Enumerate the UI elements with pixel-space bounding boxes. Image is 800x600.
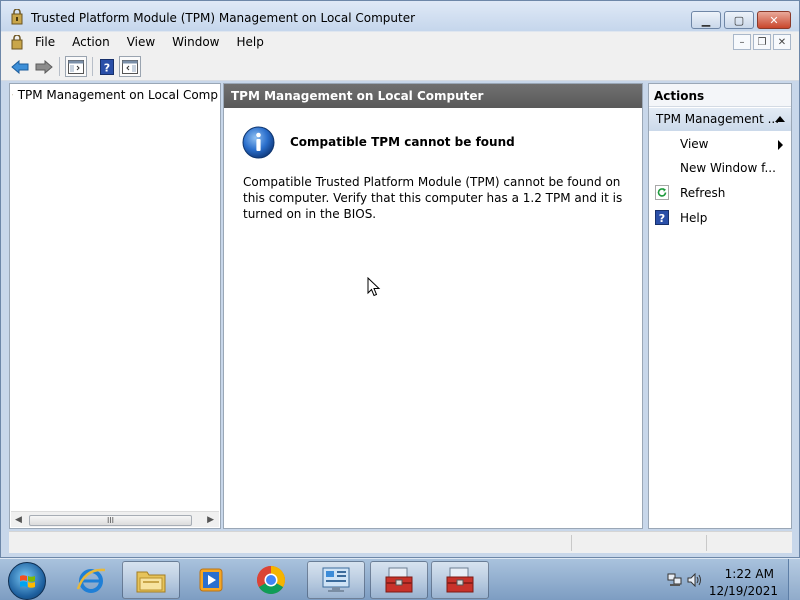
show-hide-action-pane-button[interactable] <box>119 56 141 77</box>
scroll-right-icon[interactable]: ▶ <box>207 515 214 525</box>
mdi-restore-button[interactable]: ❐ <box>753 34 771 50</box>
console-tree: TPM Management on Local Comp ◀ III ▶ <box>9 83 221 529</box>
action-help-label: Help <box>680 211 708 225</box>
taskbar-file-explorer[interactable] <box>122 561 180 599</box>
forward-button[interactable] <box>33 56 55 77</box>
mouse-pointer-icon <box>367 277 381 297</box>
actions-group-label: TPM Management ... <box>656 112 780 126</box>
svg-text:?: ? <box>104 61 110 74</box>
status-divider <box>571 535 572 551</box>
help-icon: ? <box>100 58 114 75</box>
action-new-window[interactable]: New Window f... <box>649 156 791 180</box>
forward-arrow-icon <box>35 59 53 74</box>
message-title: Compatible TPM cannot be found <box>290 135 515 149</box>
menu-window[interactable]: Window <box>172 35 219 49</box>
taskbar-media-player[interactable] <box>182 561 240 599</box>
toolbar-separator <box>92 57 93 76</box>
menu-help[interactable]: Help <box>237 35 264 49</box>
mdi-caption-buttons: – ❐ ✕ <box>731 34 791 50</box>
action-pane-icon <box>122 59 138 74</box>
tree-horizontal-scrollbar[interactable]: ◀ III ▶ <box>11 511 219 527</box>
title-bar[interactable]: Trusted Platform Module (TPM) Management… <box>1 1 799 31</box>
menu-bar: File Action View Window Help – ❐ ✕ <box>1 31 799 52</box>
action-new-window-label: New Window f... <box>680 161 776 175</box>
clock-date[interactable]: 12/19/2021 <box>709 584 778 598</box>
minimize-button[interactable]: ▁ <box>691 11 721 29</box>
back-button[interactable] <box>9 56 31 77</box>
taskbar-tpm-management-2[interactable] <box>431 561 489 599</box>
submenu-arrow-icon <box>778 140 783 150</box>
start-button[interactable] <box>8 562 46 600</box>
minimize-icon: – <box>739 36 745 48</box>
svg-text:?: ? <box>659 212 665 225</box>
action-refresh-label: Refresh <box>680 186 726 200</box>
info-icon <box>242 126 275 159</box>
menu-file[interactable]: File <box>35 35 55 49</box>
action-refresh[interactable]: Refresh <box>649 181 791 205</box>
console-icon[interactable] <box>10 35 24 50</box>
tree-node-tpm-management[interactable]: TPM Management on Local Comp <box>12 86 218 104</box>
taskbar-control-panel[interactable] <box>307 561 365 599</box>
network-icon[interactable] <box>667 573 683 587</box>
action-help[interactable]: ? Help <box>649 206 791 230</box>
media-player-icon <box>199 568 223 592</box>
actions-header: Actions <box>649 84 791 107</box>
taskbar-chrome[interactable] <box>242 561 300 599</box>
menu-action[interactable]: Action <box>72 35 110 49</box>
help-button[interactable]: ? <box>96 56 118 77</box>
taskbar: 1:22 AM 12/19/2021 <box>0 558 800 600</box>
message-body: Compatible Trusted Platform Module (TPM)… <box>243 175 623 221</box>
action-view-label: View <box>680 137 709 151</box>
result-pane-header: TPM Management on Local Computer <box>224 84 642 108</box>
taskbar-internet-explorer[interactable] <box>62 561 120 599</box>
chrome-icon <box>257 566 285 594</box>
toolbox-icon <box>385 567 413 593</box>
clock-time[interactable]: 1:22 AM <box>725 567 774 581</box>
tpm-app-icon <box>11 9 23 25</box>
menu-items: File Action View Window Help <box>35 35 281 49</box>
back-arrow-icon <box>11 59 29 74</box>
notification-area: 1:22 AM 12/19/2021 <box>660 559 800 600</box>
tree-node-label: TPM Management on Local Comp <box>17 88 218 102</box>
refresh-icon <box>655 185 669 200</box>
restore-icon: ❐ <box>757 36 767 48</box>
caption-buttons: ▁ ▢ ✕ <box>688 11 791 29</box>
menu-view[interactable]: View <box>127 35 155 49</box>
windows-logo-icon <box>20 575 35 588</box>
close-icon: ✕ <box>769 13 779 27</box>
maximize-button[interactable]: ▢ <box>724 11 754 29</box>
help-icon: ? <box>655 210 669 225</box>
action-view[interactable]: View <box>649 132 791 156</box>
internet-explorer-icon <box>76 568 106 593</box>
actions-group-tpm-management[interactable]: TPM Management ... <box>649 108 791 131</box>
show-desktop-button[interactable] <box>788 559 800 600</box>
show-hide-console-tree-button[interactable] <box>65 56 87 77</box>
control-panel-icon <box>322 567 350 592</box>
close-icon: ✕ <box>777 36 787 48</box>
scroll-thumb-grip: III <box>106 516 115 525</box>
window-title: Trusted Platform Module (TPM) Management… <box>31 11 416 25</box>
collapse-up-icon[interactable] <box>775 116 785 122</box>
mmc-window: Trusted Platform Module (TPM) Management… <box>0 0 800 558</box>
actions-pane: Actions TPM Management ... View New Wind… <box>648 83 792 529</box>
console-tree-icon <box>68 59 84 74</box>
toolbox-icon <box>446 567 474 593</box>
file-explorer-icon <box>136 571 166 593</box>
taskbar-tpm-management[interactable] <box>370 561 428 599</box>
result-pane: TPM Management on Local Computer Compati… <box>223 83 643 529</box>
maximize-icon: ▢ <box>733 13 745 27</box>
mdi-close-button[interactable]: ✕ <box>773 34 791 50</box>
toolbar: ? <box>1 52 799 81</box>
toolbar-separator <box>59 57 60 76</box>
status-bar <box>9 531 792 553</box>
minimize-icon: ▁ <box>701 13 711 27</box>
volume-icon[interactable] <box>687 573 703 587</box>
scroll-thumb[interactable]: III <box>29 515 192 526</box>
mdi-minimize-button[interactable]: – <box>733 34 751 50</box>
close-button[interactable]: ✕ <box>757 11 791 29</box>
scroll-left-icon[interactable]: ◀ <box>15 515 22 525</box>
tpm-node-icon <box>12 94 13 96</box>
status-divider <box>706 535 707 551</box>
